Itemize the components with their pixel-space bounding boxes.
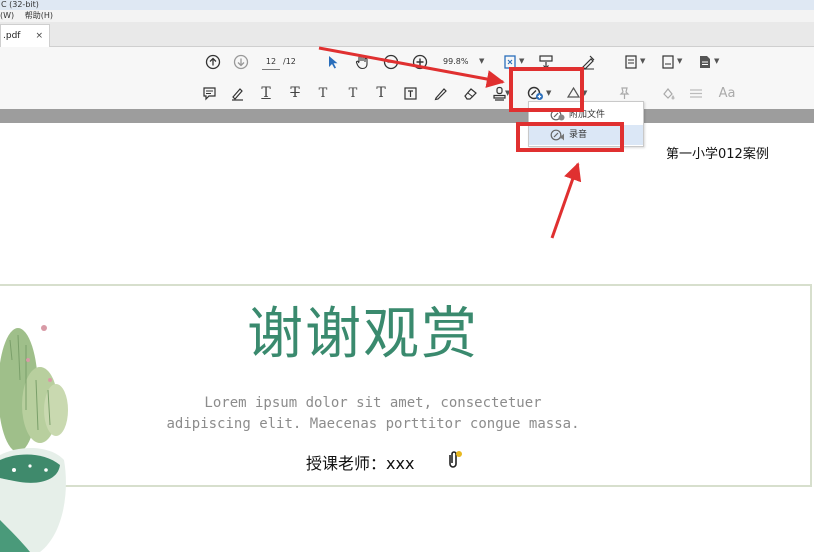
slide-subtitle-line-2: adipiscing elit. Maecenas porttitor cong… [166, 416, 580, 432]
arrow-to-attach-button [318, 46, 505, 88]
slide-subtitle-line-1: Lorem ipsum dolor sit amet, consectetuer [204, 395, 542, 411]
attachment-annotation-icon[interactable] [444, 449, 464, 469]
cactus-illustration [0, 325, 68, 552]
arrow-to-audio-item [550, 162, 582, 239]
teacher-label: 授课老师：xxx [306, 454, 415, 473]
slide-title: 谢谢观赏 [247, 302, 479, 367]
page-caption: 第一小学012案例 [666, 147, 769, 162]
